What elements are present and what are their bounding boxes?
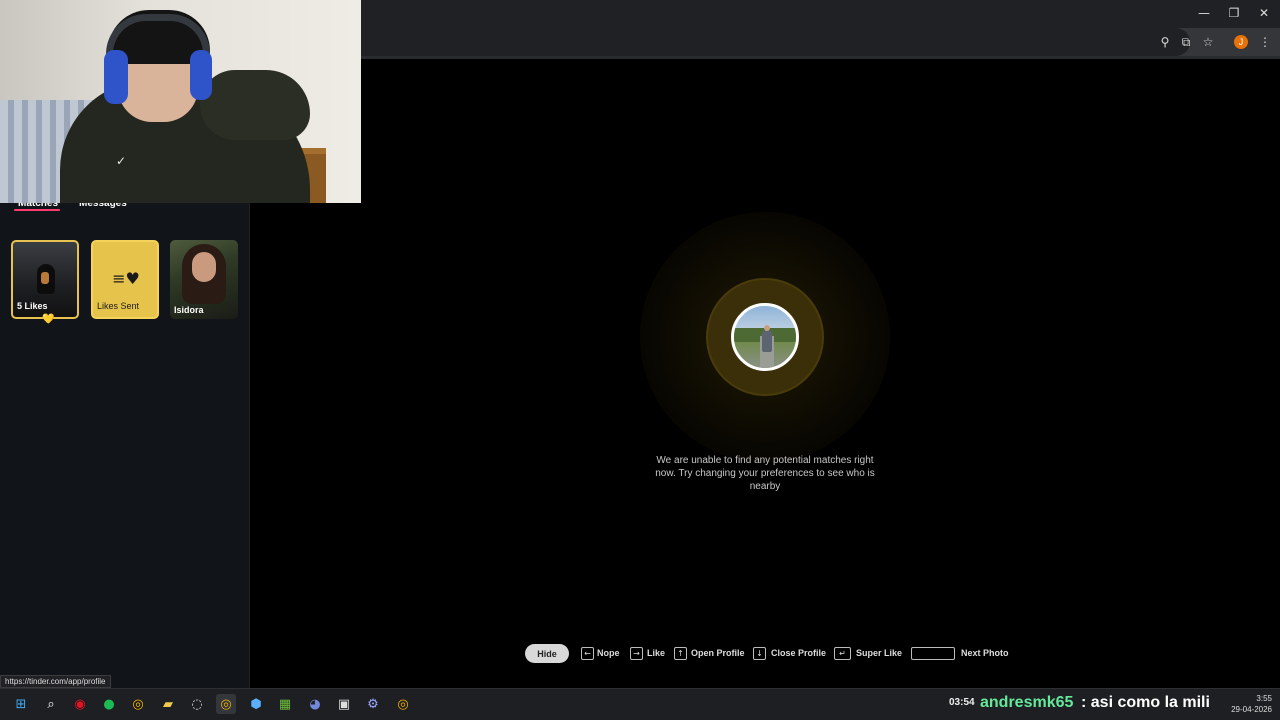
likes-sent-card[interactable]: ≡♥ Likes Sent — [91, 240, 159, 319]
minecraft-icon[interactable]: ▦ — [275, 694, 295, 714]
chat-timestamp: 03:54 — [949, 697, 975, 708]
clock-date: 29-04-2026 — [1231, 705, 1272, 714]
settings-icon[interactable]: ⚙ — [363, 694, 383, 714]
avatar-person-head — [764, 325, 770, 331]
likes-card-label: 5 Likes — [17, 301, 48, 311]
bookmark-star-icon[interactable]: ☆ — [1200, 34, 1216, 50]
no-matches-message: We are unable to find any potential matc… — [655, 455, 875, 492]
right-arrow-key-icon: → — [630, 647, 643, 660]
close-window-button[interactable]: ✕ — [1248, 0, 1280, 26]
restore-button[interactable]: ❐ — [1218, 0, 1250, 26]
chat-username: andresmk65 — [980, 694, 1074, 711]
chrome-2-icon[interactable]: ◎ — [393, 694, 413, 714]
gold-heart-icon: 💛 — [42, 314, 55, 325]
shortcut-nope-label: Nope — [597, 648, 620, 658]
windows-start-icon[interactable]: ⊞ — [11, 694, 31, 714]
chat-message: : asi como la mili — [1081, 694, 1210, 711]
match-photo-face — [192, 252, 216, 282]
app-red-icon[interactable]: ◉ — [70, 694, 90, 714]
match-card-isidora[interactable]: Isidora — [170, 240, 238, 319]
webcam-headphone-right — [190, 50, 212, 100]
shortcut-like-label: Like — [647, 648, 666, 658]
profile-avatar-icon[interactable]: J — [1234, 35, 1248, 49]
minimize-button[interactable]: — — [1188, 0, 1220, 26]
webcam-arm — [200, 70, 310, 140]
hoodie-logo-icon: ✓ — [116, 154, 127, 168]
match-name: Isidora — [174, 305, 204, 315]
clock-time: 3:55 — [1256, 694, 1272, 703]
user-avatar — [731, 303, 799, 371]
likes-sent-icon: ≡♥ — [112, 268, 140, 288]
left-arrow-key-icon: ← — [581, 647, 594, 660]
chrome-icon[interactable]: ◎ — [128, 694, 148, 714]
shortcut-super-like-label: Super Like — [856, 648, 903, 658]
cast-icon[interactable]: ⧉ — [1178, 34, 1194, 50]
space-key-icon — [911, 647, 955, 660]
steam-icon[interactable]: ⬢ — [246, 694, 266, 714]
shortcut-open-profile-label: Open Profile — [691, 648, 745, 658]
spotify-icon[interactable]: ● — [99, 694, 119, 714]
up-arrow-key-icon: ↑ — [674, 647, 687, 660]
down-arrow-key-icon: ↓ — [753, 647, 766, 660]
likes-photo-detail — [41, 272, 49, 284]
avatar-person — [762, 330, 772, 352]
likes-card[interactable]: 5 Likes — [11, 240, 79, 319]
webcam-overlay: ✓ — [0, 0, 361, 203]
cursor-app-icon[interactable]: ▣ — [334, 694, 354, 714]
shortcut-next-photo-label: Next Photo — [961, 648, 1009, 658]
system-clock[interactable]: 3:55 29-04-2026 — [1226, 693, 1272, 715]
search-icon[interactable]: ⌕ — [41, 694, 61, 714]
active-tab-indicator — [14, 209, 60, 211]
webcam-headphone-left — [104, 50, 128, 104]
screen: { "window": { "minimize_glyph": "—", "re… — [0, 0, 1280, 720]
enter-key-icon: ↵ — [834, 647, 851, 660]
status-url: https://tinder.com/app/profile — [0, 675, 111, 688]
chrome-active-icon[interactable]: ◎ — [216, 694, 236, 714]
likes-sent-label: Likes Sent — [97, 301, 140, 311]
browser-menu-icon[interactable]: ⋮ — [1257, 34, 1273, 50]
steam-like-icon[interactable]: ◌ — [187, 694, 207, 714]
address-bar[interactable] — [360, 28, 1190, 56]
location-icon[interactable]: ⚲ — [1157, 34, 1173, 50]
file-explorer-icon[interactable]: ▰ — [158, 694, 178, 714]
discord-icon[interactable]: ◕ — [305, 694, 325, 714]
shortcut-close-profile-label: Close Profile — [771, 648, 827, 658]
hide-shortcuts-button[interactable]: Hide — [525, 644, 569, 663]
